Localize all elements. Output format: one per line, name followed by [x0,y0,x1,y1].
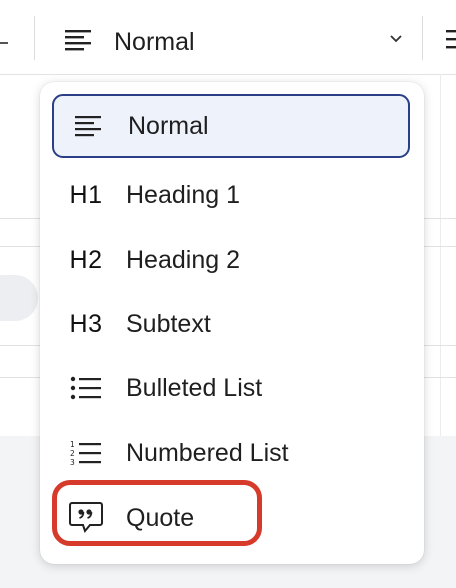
h1-icon: H1 [69,180,103,209]
h2-icon: H2 [69,245,103,274]
menu-item-label: Heading 2 [126,245,240,274]
menu-item-subtext[interactable]: H3 Subtext [52,292,410,356]
bulleted-list-icon [54,376,118,400]
paragraph-lines-icon [56,114,120,138]
background-divider [440,74,441,436]
toolbar-partial-icon [0,42,8,44]
chevron-down-icon [388,30,404,51]
menu-item-label: Subtext [126,309,211,338]
block-style-value: Normal [114,27,195,56]
h3-icon: H3 [69,309,103,338]
background-pill [0,275,38,321]
paragraph-lines-icon [64,28,92,57]
block-style-menu: Normal H1 Heading 1 H2 Heading 2 H3 Subt… [40,82,424,564]
list-number: 3 [70,458,75,466]
editor-page: Normal Normal H1 Heading 1 H2 Heading 2 … [0,0,456,588]
menu-item-label: Heading 1 [126,180,240,209]
menu-item-numbered-list[interactable]: 1 2 3 Numbered List [52,421,410,485]
toolbar-divider [34,16,35,60]
block-style-dropdown[interactable]: Normal [48,18,418,66]
numbered-list-icon: 1 2 3 [54,440,118,466]
quote-bubble-icon [54,501,118,535]
menu-item-quote[interactable]: Quote [52,486,410,550]
menu-item-normal[interactable]: Normal [52,94,410,158]
menu-item-bulleted-list[interactable]: Bulleted List [52,356,410,420]
toolbar-divider [422,16,423,60]
menu-item-label: Normal [128,111,209,140]
menu-item-heading-2[interactable]: H2 Heading 2 [52,228,410,292]
editor-toolbar: Normal [0,0,456,75]
menu-item-label: Numbered List [126,438,289,467]
list-number: 2 [70,449,75,458]
menu-item-label: Bulleted List [126,373,263,402]
toolbar-partial-icon[interactable] [446,30,456,59]
menu-item-heading-1[interactable]: H1 Heading 1 [52,163,410,227]
menu-item-label: Quote [126,503,195,532]
list-number: 1 [70,440,75,449]
